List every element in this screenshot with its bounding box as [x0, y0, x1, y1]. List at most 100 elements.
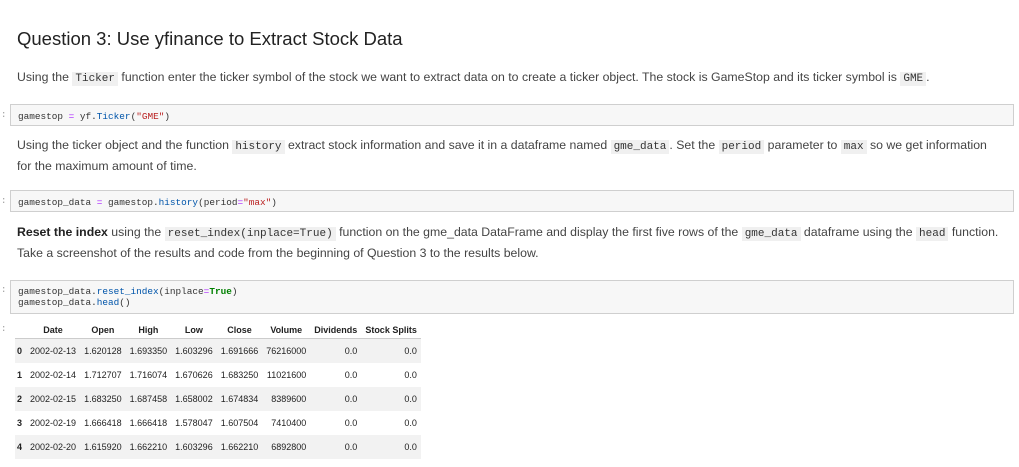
inline-code: GME: [900, 72, 927, 86]
table-row: 3 2002-02-19 1.666418 1.666418 1.578047 …: [15, 411, 421, 435]
cell-prompt: :: [1, 285, 7, 295]
inline-code: history: [232, 140, 285, 154]
row-index: 2: [15, 387, 27, 411]
text: extract stock information and save it in…: [284, 138, 611, 152]
row-index: 3: [17, 418, 23, 428]
table-cell: 0.0: [404, 418, 417, 428]
code-text: ): [231, 286, 238, 297]
output-prompt: :: [1, 324, 7, 334]
table-row: 4 2002-02-20 1.615920 1.662210 1.603296 …: [15, 435, 421, 459]
text: dataframe using the: [800, 225, 917, 239]
code-line: gamestop_data.reset_index(inplace=True): [18, 286, 1013, 297]
dataframe-output: Date Open High Low Close Volume Dividend…: [15, 322, 421, 459]
table-cell: 7410400: [271, 418, 307, 428]
paragraph-ticker: Using the Ticker function enter the tick…: [17, 68, 1007, 89]
table-cell: 1.620128: [80, 338, 126, 363]
code-text: (period: [198, 197, 238, 208]
code-text: gamestop: [18, 111, 69, 122]
column-header: Close: [216, 322, 263, 339]
table-cell: 1.615920: [80, 435, 126, 459]
text: . Set the: [669, 138, 719, 152]
column-header: Low: [171, 322, 217, 339]
table-cell: 1.683250: [220, 370, 259, 380]
table-cell: 1.658002: [171, 387, 217, 411]
table-cell: 0.0: [310, 435, 362, 459]
table-cell: 1.716074: [129, 370, 168, 380]
table-cell: 2002-02-13: [26, 338, 81, 363]
inline-code: gme_data: [741, 227, 801, 241]
table-cell: 11021600: [266, 370, 307, 380]
text: function enter the ticker symbol of the …: [117, 70, 901, 84]
row-index: 0: [15, 338, 27, 363]
table-cell: 0.0: [344, 370, 358, 380]
code-cell-ticker[interactable]: gamestop = yf.Ticker("GME"): [10, 104, 1014, 126]
table-cell: 1.662210: [216, 435, 263, 459]
table-cell: 1.603296: [171, 435, 217, 459]
column-header: [15, 322, 27, 339]
table-cell: 1.662210: [125, 435, 172, 459]
inline-code: max: [840, 140, 867, 154]
column-header: High: [125, 322, 172, 339]
column-header: Volume: [262, 322, 311, 339]
inline-code: Ticker: [72, 72, 118, 86]
inline-code: head: [916, 227, 949, 241]
table-cell: 1.712707: [84, 370, 122, 380]
code-text: ): [271, 197, 277, 208]
paragraph-history: Using the ticker object and the function…: [17, 136, 992, 176]
table-cell: 2002-02-20: [26, 435, 81, 459]
text: .: [926, 70, 930, 84]
text: using the: [107, 225, 165, 239]
inline-code: period: [718, 140, 765, 154]
table-cell: 0.0: [361, 387, 421, 411]
table-cell: 1.693350: [125, 338, 172, 363]
table-header-row: Date Open High Low Close Volume Dividend…: [15, 322, 421, 339]
column-header: Open: [80, 322, 126, 339]
cell-prompt: :: [1, 196, 7, 206]
code-cell-reset-head[interactable]: gamestop_data.reset_index(inplace=True) …: [10, 280, 1014, 314]
text: Using the: [17, 70, 73, 84]
table-cell: 1.687458: [125, 387, 172, 411]
table-cell: 0.0: [310, 338, 362, 363]
table-row: 0 2002-02-13 1.620128 1.693350 1.603296 …: [15, 338, 421, 363]
code-text: gamestop_data: [18, 197, 97, 208]
code-text: yf.: [74, 111, 97, 122]
code-text: (): [119, 297, 131, 308]
bold-text: Reset the index: [17, 225, 108, 239]
code-cell-history[interactable]: gamestop_data = gamestop.history(period=…: [10, 190, 1014, 212]
code-string: "max": [243, 197, 272, 208]
code-keyword: True: [209, 286, 232, 297]
text: function on the gme_data DataFrame and d…: [335, 225, 742, 239]
table-cell: 1.683250: [80, 387, 126, 411]
table-cell: 0.0: [361, 338, 421, 363]
table-cell: 1.578047: [175, 418, 213, 428]
table-row: 2 2002-02-15 1.683250 1.687458 1.658002 …: [15, 387, 421, 411]
table-cell: 1.607504: [220, 418, 259, 428]
row-index: 4: [15, 435, 27, 459]
table-cell: 2002-02-14: [30, 370, 77, 380]
table-cell: 1.666418: [129, 418, 168, 428]
code-text: (inplace: [158, 286, 204, 297]
table-cell: 1.674834: [216, 387, 263, 411]
code-function: Ticker: [96, 111, 131, 122]
table-cell: 1.670626: [175, 370, 213, 380]
column-header: Dividends: [310, 322, 362, 339]
text: Using the ticker object and the function: [17, 138, 233, 152]
paragraph-reset-index: Reset the index using the reset_index(in…: [17, 223, 1007, 263]
table-cell: 2002-02-19: [30, 418, 77, 428]
table-row: 1 2002-02-14 1.712707 1.716074 1.670626 …: [15, 363, 421, 387]
inline-code: reset_index(inplace=True): [164, 227, 336, 241]
column-header: Stock Splits: [361, 322, 421, 339]
code-text: gamestop.: [102, 197, 159, 208]
table-cell: 1.666418: [84, 418, 122, 428]
code-string: "GME": [136, 111, 165, 122]
question-heading: Question 3: Use yfinance to Extract Stoc…: [17, 28, 403, 49]
code-line: gamestop_data.head(): [18, 297, 1013, 308]
table-cell: 1.603296: [171, 338, 217, 363]
table-cell: 76216000: [262, 338, 311, 363]
table-cell: 1.691666: [216, 338, 263, 363]
inline-code: gme_data: [610, 140, 670, 154]
table-cell: 0.0: [361, 435, 421, 459]
cell-prompt: :: [1, 110, 7, 120]
code-text: gamestop_data.: [18, 297, 97, 308]
code-function: head: [96, 297, 120, 308]
